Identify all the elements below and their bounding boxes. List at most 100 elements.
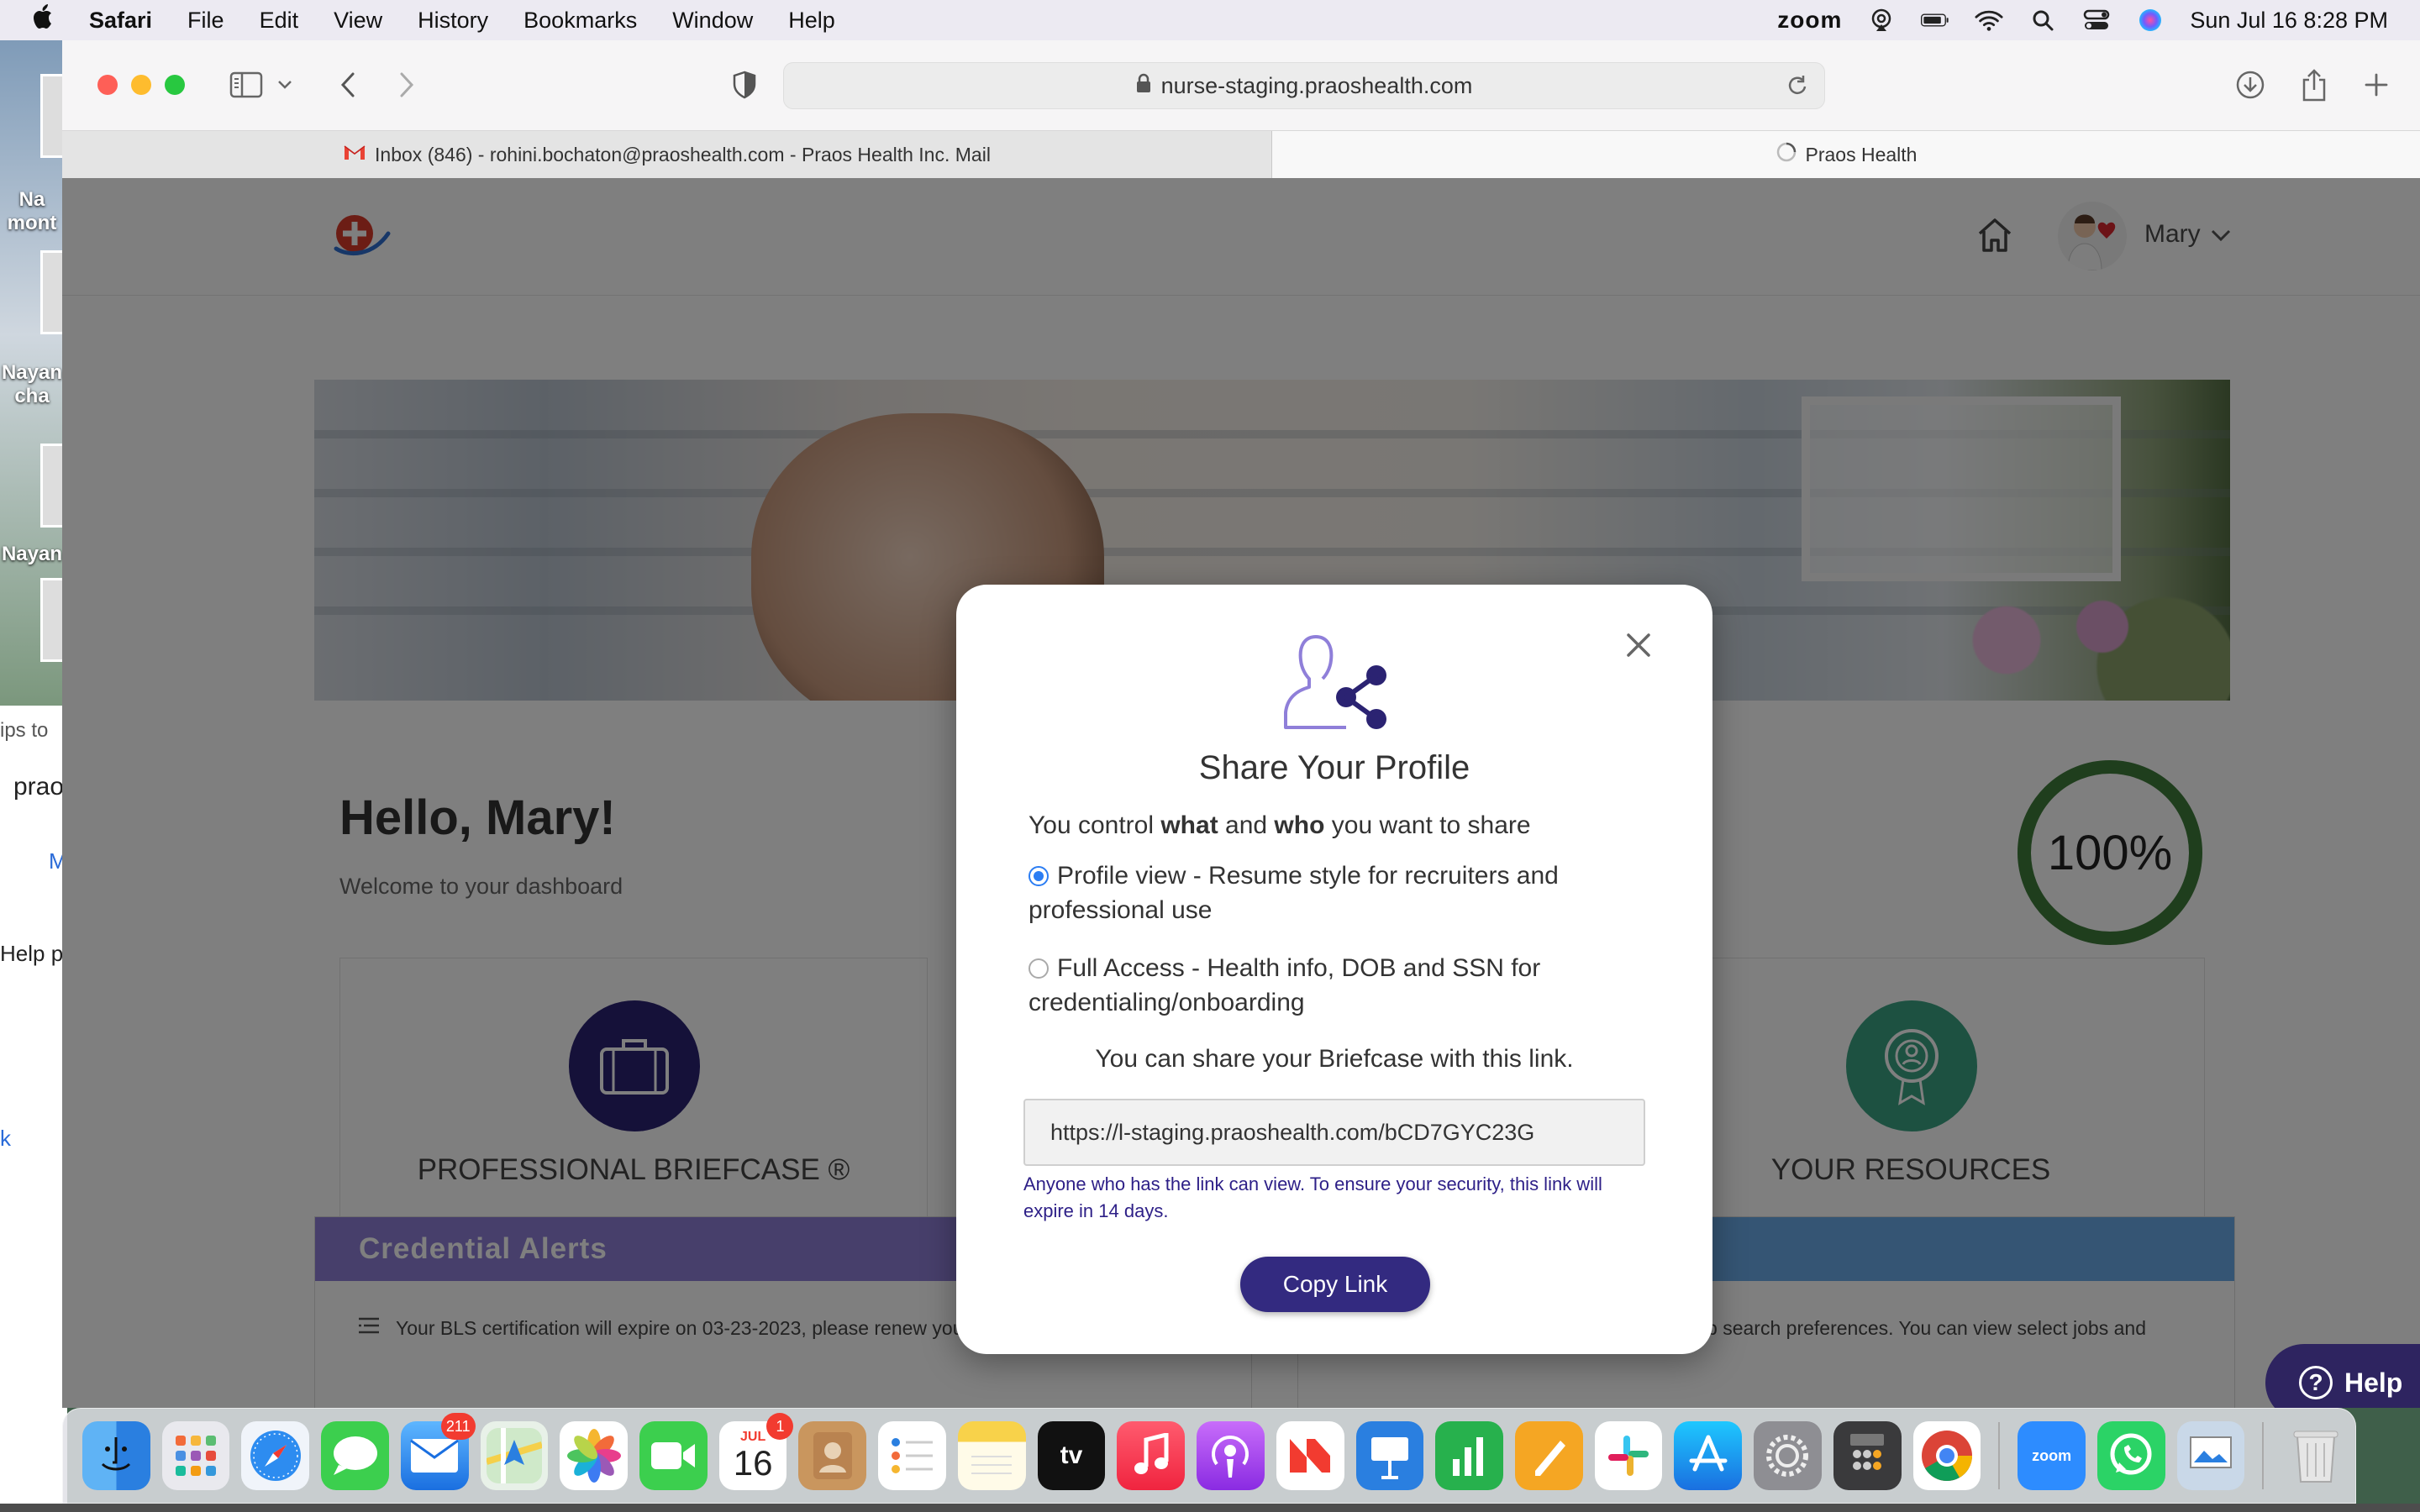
menu-file[interactable]: File: [187, 8, 224, 34]
desktop-file-thumbnail[interactable]: [40, 74, 64, 158]
desktop-file-thumbnail[interactable]: [40, 444, 64, 528]
facetime-icon[interactable]: [639, 1421, 708, 1490]
help-label: Help: [2344, 1367, 2403, 1398]
back-arrow-icon[interactable]: [331, 67, 365, 102]
menu-window[interactable]: Window: [672, 8, 753, 34]
spotlight-search-icon[interactable]: [2028, 8, 2057, 32]
numbers-icon[interactable]: [1435, 1421, 1503, 1490]
subtitle-who: who: [1274, 811, 1325, 839]
menu-edit[interactable]: Edit: [260, 8, 299, 34]
menu-view[interactable]: View: [334, 8, 382, 34]
address-bar[interactable]: nurse-staging.praoshealth.com: [783, 62, 1825, 109]
chevron-down-icon[interactable]: [274, 67, 296, 102]
reload-icon[interactable]: [1786, 73, 1809, 104]
radio-profile-view[interactable]: [1028, 866, 1049, 886]
background-window-text: ips to: [0, 719, 49, 742]
tab-label: Praos Health: [1805, 143, 1918, 165]
menu-history[interactable]: History: [418, 8, 488, 34]
messages-icon[interactable]: [321, 1421, 389, 1490]
dock-separator: [2262, 1422, 2265, 1489]
desktop-file-thumbnail[interactable]: [40, 578, 64, 662]
help-button[interactable]: ? Help: [2265, 1344, 2420, 1408]
copy-link-button[interactable]: Copy Link: [1240, 1257, 1430, 1312]
desktop-background: [0, 1504, 2420, 1512]
airplay-audio-icon[interactable]: [1867, 8, 1896, 32]
siri-icon[interactable]: [2136, 8, 2165, 32]
share-link-input[interactable]: [1023, 1099, 1645, 1166]
option-full-label: Full Access - Health info, DOB and SSN f…: [1028, 954, 1541, 1016]
zoom-app-icon[interactable]: zoom: [2018, 1421, 2086, 1490]
calendar-icon[interactable]: JUL 16 1: [718, 1413, 794, 1490]
close-icon[interactable]: [1622, 628, 1655, 662]
maps-icon[interactable]: [480, 1421, 549, 1490]
control-center-icon[interactable]: [2082, 8, 2111, 32]
safari-window: nurse-staging.praoshealth.com Inbox (846…: [62, 40, 2420, 1408]
new-tab-icon[interactable]: [2360, 67, 2393, 102]
mail-icon[interactable]: 211: [400, 1413, 476, 1490]
close-window-button[interactable]: [97, 75, 118, 95]
modal-subtitle: You control what and who you want to sha…: [1028, 811, 1531, 840]
menu-clock[interactable]: Sun Jul 16 8:28 PM: [2190, 8, 2388, 34]
finder-icon[interactable]: [82, 1421, 150, 1490]
news-icon[interactable]: [1276, 1421, 1344, 1490]
music-icon[interactable]: [1117, 1421, 1186, 1490]
slack-icon[interactable]: [1594, 1421, 1663, 1490]
pages-icon[interactable]: [1514, 1421, 1583, 1490]
gmail-icon: [343, 143, 366, 166]
option-profile-view[interactable]: Profile view - Resume style for recruite…: [1028, 858, 1650, 927]
photos-icon[interactable]: [560, 1421, 629, 1490]
modal-title: Share Your Profile: [1198, 749, 1470, 786]
launchpad-icon[interactable]: [161, 1421, 230, 1490]
system-settings-icon[interactable]: [1754, 1421, 1822, 1490]
menu-app-name[interactable]: Safari: [89, 8, 152, 34]
tab-praos-health[interactable]: Praos Health: [1272, 131, 2420, 178]
zoom-status-item[interactable]: zoom: [1777, 7, 1842, 34]
apple-menu-icon[interactable]: [32, 3, 57, 37]
dock: 211 JUL 16 1 tv zoom: [62, 1408, 2356, 1504]
apple-tv-icon[interactable]: tv: [1037, 1421, 1106, 1490]
app-store-icon[interactable]: [1674, 1421, 1743, 1490]
dock-separator: [1998, 1422, 2001, 1489]
preview-icon[interactable]: [2176, 1421, 2245, 1490]
zoom-window-button[interactable]: [165, 75, 185, 95]
background-window-link[interactable]: k: [0, 1126, 11, 1152]
question-icon: ?: [2299, 1366, 2333, 1399]
browser-toolbar: nurse-staging.praoshealth.com: [62, 40, 2420, 131]
minimize-window-button[interactable]: [131, 75, 151, 95]
subtitle-text: you want to share: [1324, 811, 1531, 839]
menu-help[interactable]: Help: [788, 8, 835, 34]
sidebar-toggle-icon[interactable]: [227, 67, 266, 102]
desktop-file-thumbnail[interactable]: [40, 250, 64, 334]
menu-bookmarks[interactable]: Bookmarks: [523, 8, 637, 34]
lock-icon: [1136, 73, 1151, 99]
background-window-text: prao: [13, 773, 65, 801]
chrome-icon[interactable]: [1912, 1421, 1981, 1490]
option-full-access[interactable]: Full Access - Health info, DOB and SSN f…: [1028, 951, 1650, 1020]
loading-spinner-icon: [1776, 141, 1797, 168]
keynote-icon[interactable]: [1355, 1421, 1424, 1490]
battery-icon[interactable]: [1921, 8, 1949, 32]
contacts-icon[interactable]: [798, 1421, 867, 1490]
wifi-icon[interactable]: [1975, 8, 2003, 32]
tab-gmail-inbox[interactable]: Inbox (846) - rohini.bochaton@praoshealt…: [62, 131, 1272, 178]
calendar-badge: 1: [766, 1413, 794, 1440]
link-security-note: Anyone who has the link can view. To ens…: [1023, 1173, 1602, 1221]
share-icon[interactable]: [2297, 67, 2331, 102]
trash-icon[interactable]: [2281, 1421, 2349, 1490]
notes-icon[interactable]: [957, 1421, 1026, 1490]
subtitle-what: what: [1160, 811, 1218, 839]
calculator-icon[interactable]: [1833, 1421, 1902, 1490]
safari-app-icon[interactable]: [241, 1421, 310, 1490]
downloads-icon[interactable]: [2233, 67, 2267, 102]
share-profile-icon: [1277, 630, 1392, 731]
forward-arrow-icon[interactable]: [390, 67, 424, 102]
podcasts-icon[interactable]: [1197, 1421, 1265, 1490]
radio-full-access[interactable]: [1028, 958, 1049, 979]
privacy-shield-icon[interactable]: [728, 67, 761, 102]
menu-bar: Safari File Edit View History Bookmarks …: [0, 0, 2420, 40]
whatsapp-icon[interactable]: [2096, 1421, 2165, 1490]
reminders-icon[interactable]: [878, 1421, 946, 1490]
subtitle-text: You control: [1028, 811, 1161, 839]
calendar-day: 16: [733, 1443, 773, 1483]
share-link-note: You can share your Briefcase with this l…: [1095, 1045, 1574, 1073]
